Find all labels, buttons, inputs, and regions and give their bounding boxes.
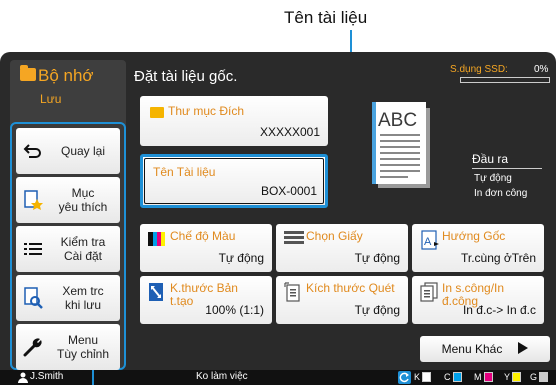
duplex-value: In đ.c-> In đ.c (462, 303, 536, 317)
status-bar: J.Smith Ko làm việc K C M Y G (0, 370, 556, 385)
color-mode-value: Tự động (218, 251, 264, 265)
svg-text:A: A (424, 236, 432, 248)
document-preview-thumbnail: ABC (372, 102, 432, 190)
destination-folder-title: Thư mục Đích (168, 104, 245, 118)
orientation-icon: A (420, 230, 440, 255)
reproduction-size-value: 100% (1:1) (205, 303, 264, 317)
list-icon (16, 242, 50, 256)
ink-c: C (444, 372, 462, 382)
orientation-title: Hướng Gốc (442, 229, 506, 243)
refresh-icon[interactable] (398, 371, 411, 384)
ink-y: Y (504, 372, 522, 382)
scan-size-title: Kích thước Quét (306, 281, 395, 295)
paper-select-value: Tự động (354, 251, 400, 265)
output-value-2: In đơn công (474, 188, 528, 199)
main-area: Đặt tài liệu gốc. S.dụng SSD: 0% Thư mục… (128, 52, 556, 364)
document-name-callout-label: Tên tài liệu (284, 8, 368, 27)
preview-button[interactable]: Xem trc khi lưu (16, 275, 120, 321)
ink-g: G (530, 372, 549, 382)
device-screen: Bộ nhớ Lưu Quay lại Mục yêu thích Kiểm tr… (0, 52, 556, 385)
scan-size-icon (284, 282, 302, 307)
destination-folder-button[interactable]: Thư mục Đích XXXXX001 (140, 96, 328, 146)
folder-icon (150, 107, 164, 118)
preview-label: Xem trc khi lưu (62, 284, 104, 312)
output-title: Đầu ra (472, 152, 509, 166)
custom-menu-label: Menu Tùy chỉnh (56, 333, 110, 361)
back-button[interactable]: Quay lại (16, 128, 120, 174)
sidebar-panel: Quay lại Mục yêu thích Kiểm tra Cài đặt Xe… (10, 122, 126, 370)
document-name-value: BOX-0001 (260, 184, 317, 198)
folder-icon (20, 65, 36, 81)
ssd-usage-bar (460, 77, 550, 83)
check-settings-label: Kiểm tra Cài đặt (60, 235, 106, 263)
user-name[interactable]: J.Smith (30, 371, 63, 382)
paper-select-button[interactable]: Chọn Giấy Tự động (276, 224, 408, 272)
play-arrow-icon (518, 341, 529, 357)
svg-text:ABC: ABC (378, 110, 417, 131)
ssd-usage-label: S.dụng SSD: (450, 64, 508, 75)
favorite-star-icon (16, 189, 50, 211)
document-name-title: Tên Tài liệu (153, 165, 216, 179)
instruction-text: Đặt tài liệu gốc. (134, 68, 238, 85)
output-divider (472, 168, 542, 169)
duplex-button[interactable]: In s.công/In đ.công In đ.c-> In đ.c (412, 276, 544, 324)
ink-k: K (414, 372, 432, 382)
wrench-icon (16, 337, 50, 357)
document-name-button[interactable]: Tên Tài liệu BOX-0001 (140, 154, 328, 208)
duplex-icon (420, 282, 438, 307)
reproduction-size-button[interactable]: K.thước Bản t.tạo 100% (1:1) (140, 276, 272, 324)
paper-tray-icon (284, 230, 304, 251)
orientation-value: Tr.cùng ởTrên (460, 251, 536, 265)
color-mode-title: Chế độ Màu (170, 229, 236, 243)
mode-title: Bộ nhớ (38, 66, 94, 85)
more-menu-button[interactable]: Menu Khác (420, 336, 550, 362)
back-label: Quay lại (60, 144, 106, 158)
check-settings-button[interactable]: Kiểm tra Cài đặt (16, 226, 120, 272)
scan-size-button[interactable]: Kích thước Quét Tự động (276, 276, 408, 324)
orientation-button[interactable]: A Hướng Gốc Tr.cùng ởTrên (412, 224, 544, 272)
mode-subtitle: Lưu (40, 92, 62, 106)
preview-search-icon (16, 287, 50, 309)
ink-m: M (474, 372, 493, 382)
color-mode-icon (148, 230, 166, 253)
custom-menu-button[interactable]: Menu Tùy chỉnh (16, 324, 120, 370)
more-menu-label: Menu Khác (441, 342, 503, 356)
reproduction-size-icon (148, 282, 166, 307)
machine-status: Ko làm việc (196, 371, 248, 382)
back-arrow-icon (16, 143, 50, 159)
favorites-label: Mục yêu thích (58, 186, 108, 214)
color-mode-button[interactable]: Chế độ Màu Tự động (140, 224, 272, 272)
paper-select-title: Chọn Giấy (306, 229, 363, 243)
output-value-1: Tự động (474, 173, 512, 184)
destination-folder-value: XXXXX001 (259, 125, 320, 139)
favorites-button[interactable]: Mục yêu thích (16, 177, 120, 223)
scan-size-value: Tự động (354, 303, 400, 317)
user-icon (18, 372, 28, 383)
sidebar-callout-line (92, 370, 94, 385)
ssd-usage-value: 0% (534, 64, 549, 75)
